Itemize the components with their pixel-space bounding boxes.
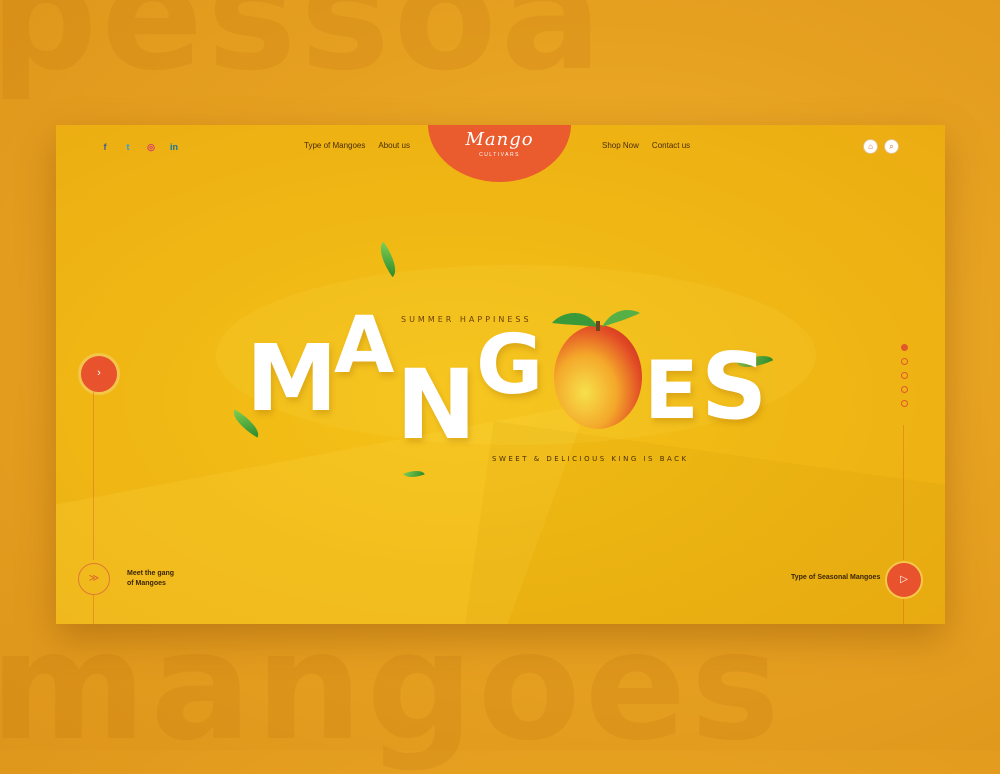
headline-letter: G xyxy=(476,318,544,413)
slide-dot-3[interactable] xyxy=(901,372,908,379)
twitter-icon[interactable]: t xyxy=(123,142,133,153)
nav-about-us[interactable]: About us xyxy=(378,141,410,150)
divider-line xyxy=(903,597,904,624)
social-links: f t ◎ in xyxy=(100,142,179,153)
meet-line-2: of Mangoes xyxy=(127,580,166,587)
prev-slide-button[interactable]: › xyxy=(78,353,120,395)
headline-letter: N xyxy=(396,349,477,461)
chevrons-down-icon[interactable]: ≫ xyxy=(78,563,110,595)
cart-icon[interactable]: ⌂ xyxy=(863,139,878,154)
meet-line-1: Meet the gang xyxy=(127,570,175,577)
logo-subtitle: CULTIVARS xyxy=(479,152,520,158)
logo[interactable]: Mango CULTIVARS xyxy=(428,125,571,182)
nav-shop-now[interactable]: Shop Now xyxy=(602,141,639,150)
nav-type-of-mangoes[interactable]: Type of Mangoes xyxy=(304,141,365,150)
nav-right: Shop Now Contact us xyxy=(602,141,690,150)
search-icon[interactable]: ⌕ xyxy=(884,139,899,154)
meet-the-gang-link[interactable]: Meet the gang of Mangoes xyxy=(127,569,174,589)
divider-line xyxy=(93,595,94,624)
linkedin-icon[interactable]: in xyxy=(169,142,179,153)
divider-line xyxy=(93,385,94,560)
slide-dot-5[interactable] xyxy=(901,400,908,407)
divider-line xyxy=(903,425,904,560)
slide-dot-4[interactable] xyxy=(901,386,908,393)
headline-letter: M xyxy=(246,325,338,432)
background-watermark-bottom: mangoes xyxy=(0,600,784,774)
instagram-icon[interactable]: ◎ xyxy=(146,142,156,153)
headline-letter: A xyxy=(334,301,395,391)
hero-card: f t ◎ in Type of Mangoes About us Mango … xyxy=(56,125,945,624)
facebook-icon[interactable]: f xyxy=(100,142,110,153)
headline-letter: S xyxy=(701,333,768,440)
tagline-sweet-delicious: SWEET & DELICIOUS KING IS BACK xyxy=(492,455,689,463)
headline-mangoes: M A N G E S xyxy=(246,297,768,467)
play-icon[interactable]: ▷ xyxy=(885,561,923,599)
logo-script: Mango xyxy=(465,129,534,150)
mango-image xyxy=(552,309,642,429)
background-watermark-top: pessoa xyxy=(0,0,606,104)
nav-left: Type of Mangoes About us xyxy=(304,141,410,150)
nav-contact-us[interactable]: Contact us xyxy=(652,141,690,150)
slide-dot-1[interactable] xyxy=(901,344,908,351)
slide-dot-2[interactable] xyxy=(901,358,908,365)
slide-indicators xyxy=(901,344,908,407)
seasonal-mangoes-link[interactable]: Type of Seasonal Mangoes xyxy=(791,574,880,581)
